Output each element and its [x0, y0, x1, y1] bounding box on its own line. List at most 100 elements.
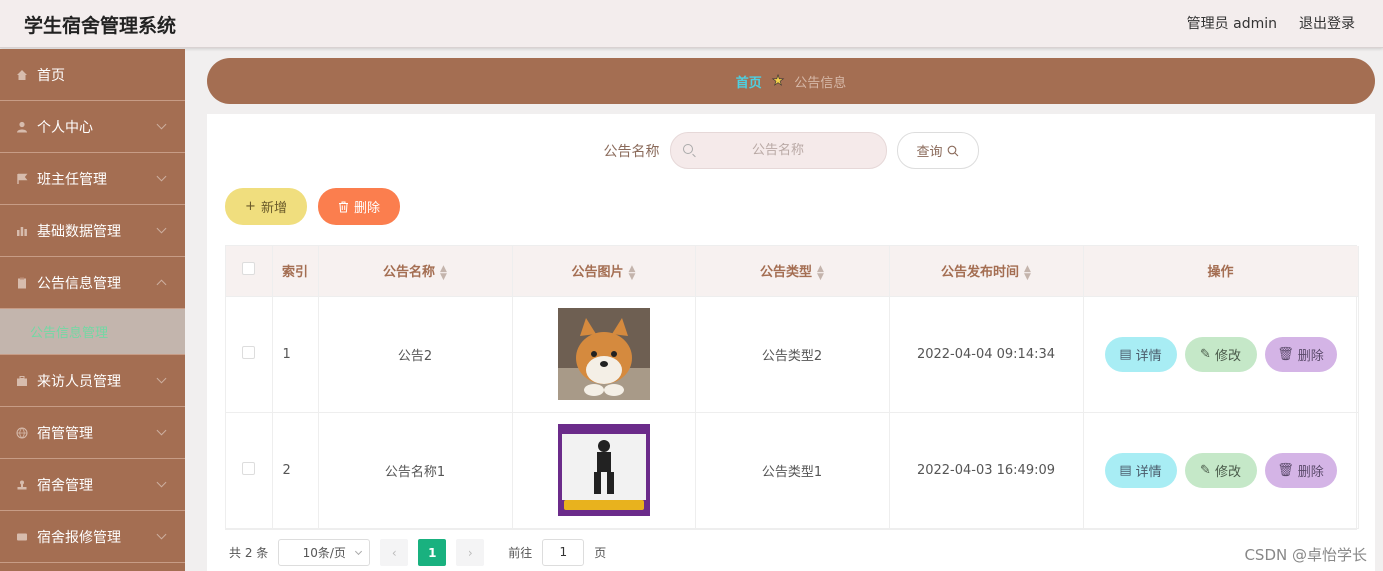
chevron-down-icon: [156, 171, 167, 182]
row-checkbox[interactable]: [242, 461, 256, 475]
goto-page-input[interactable]: 1: [542, 539, 585, 566]
add-button-label: 新增: [260, 201, 287, 216]
page-number-current[interactable]: 1: [418, 539, 447, 566]
sidebar-subitem-label: 公告信息管理: [30, 326, 109, 341]
poster-image: [557, 424, 650, 516]
column-header-image[interactable]: 公告图片 ▲ ▼: [512, 246, 696, 297]
column-header-type[interactable]: 公告类型 ▲ ▼: [695, 246, 890, 297]
chevron-down-icon: [156, 373, 167, 384]
detail-button[interactable]: ▤ 详情: [1104, 452, 1177, 488]
trash-icon: 🗑: [1277, 346, 1294, 362]
breadcrumb-current: 公告信息: [794, 75, 847, 91]
sidebar: 首页 个人中心 班主任管理 基础数据管理 公告信息管理 公告信息管理 来访人员管…: [0, 49, 185, 571]
query-button-label: 查询: [916, 145, 943, 160]
next-page-button[interactable]: ›: [456, 539, 485, 566]
logout-link[interactable]: 退出登录: [1299, 13, 1355, 33]
row-checkbox[interactable]: [242, 345, 256, 359]
top-header: 学生宿舍管理系统 管理员 admin 退出登录: [0, 0, 1383, 48]
row-index: 1: [272, 296, 319, 413]
sidebar-item-label: 个人中心: [37, 119, 93, 136]
chevron-down-icon: [156, 223, 167, 234]
pencil-icon: ✎: [1200, 346, 1211, 362]
sidebar-item-label: 宿舍管理: [37, 477, 93, 494]
row-name: 公告名称1: [318, 412, 513, 529]
goto-prefix: 前往: [508, 546, 533, 560]
sort-icon[interactable]: ▲ ▼: [629, 264, 636, 281]
query-button[interactable]: 查询: [896, 132, 979, 169]
search-label: 公告名称: [603, 143, 660, 160]
table-header-row: 索引 公告名称 ▲ ▼ 公告图片 ▲ ▼ 公告类型 ▲ ▼ 公告发布时间 ▲ ▼ 操作: [226, 246, 1359, 297]
notice-table: 索引 公告名称 ▲ ▼ 公告图片 ▲ ▼ 公告类型 ▲ ▼ 公告发布时间 ▲ ▼ 操作 1 公告…: [225, 245, 1359, 530]
goto-suffix: 页: [594, 546, 607, 560]
row-type: 公告类型1: [695, 412, 890, 529]
row-image-cell: [512, 296, 696, 413]
search-row: 公告名称 查询: [207, 132, 1375, 169]
chevron-up-icon: [156, 279, 167, 290]
chevron-down-icon: [156, 529, 167, 540]
batch-delete-button[interactable]: 删除: [318, 188, 400, 225]
sidebar-item-basedata[interactable]: 基础数据管理: [0, 205, 185, 257]
delete-button[interactable]: 🗑 删除: [1264, 452, 1337, 488]
user-area: 管理员 admin 退出登录: [1187, 13, 1355, 33]
row-image-cell: [512, 412, 696, 529]
sidebar-item-label: 班主任管理: [37, 171, 107, 188]
shiba-dog-photo[interactable]: [557, 308, 650, 400]
row-index: 2: [272, 412, 319, 529]
row-time: 2022-04-03 16:49:09: [889, 412, 1084, 529]
delete-button[interactable]: 🗑 删除: [1264, 336, 1337, 372]
prev-page-button[interactable]: ‹: [380, 539, 409, 566]
sidebar-item-home[interactable]: 首页: [0, 49, 185, 101]
chevron-down-icon: [355, 547, 363, 556]
column-header-index: 索引: [272, 246, 319, 297]
chart-icon: [17, 226, 27, 236]
row-type: 公告类型2: [695, 296, 890, 413]
current-user: 管理员 admin: [1186, 16, 1277, 32]
sort-icon[interactable]: ▲ ▼: [440, 264, 447, 281]
sidebar-item-dorm[interactable]: 宿舍管理: [0, 459, 185, 511]
sidebar-item-label: 首页: [37, 67, 65, 84]
home-icon: [17, 69, 27, 80]
chevron-down-icon: [156, 425, 167, 436]
flag-icon: [17, 173, 28, 184]
star-icon: ★: [771, 73, 785, 90]
sidebar-item-notice[interactable]: 公告信息管理: [0, 257, 185, 309]
edit-button[interactable]: ✎ 修改: [1184, 336, 1257, 372]
detail-button[interactable]: ▤ 详情: [1104, 336, 1177, 372]
document-icon: ▤: [1119, 346, 1132, 362]
column-header-name[interactable]: 公告名称 ▲ ▼: [318, 246, 513, 297]
sidebar-item-dormkeeper[interactable]: 宿管管理: [0, 407, 185, 459]
plus-icon: +: [245, 199, 256, 214]
row-actions-cell: ▤ 详情 ✎ 修改 🗑 删除: [1083, 296, 1359, 413]
app-title: 学生宿舍管理系统: [24, 15, 177, 37]
sidebar-subitem-notice[interactable]: 公告信息管理: [0, 309, 185, 355]
watermark: CSDN @卓怡学长: [1244, 546, 1367, 564]
search-input-wrapper: [669, 132, 887, 169]
search-input[interactable]: [670, 143, 886, 158]
sidebar-item-repair[interactable]: 宿舍报修管理: [0, 511, 185, 563]
sort-icon[interactable]: ▲ ▼: [1024, 264, 1031, 281]
trash-icon: 🗑: [1277, 462, 1294, 478]
row-actions-cell: ▤ 详情 ✎ 修改 🗑 删除: [1083, 412, 1359, 529]
table-row: 1 公告2 公告类型2 2022-04-04 09:14:34 ▤ 详情 ✎ 修…: [226, 296, 1359, 413]
sidebar-item-visitors[interactable]: 来访人员管理: [0, 355, 185, 407]
sidebar-item-headteacher[interactable]: 班主任管理: [0, 153, 185, 205]
column-header-time[interactable]: 公告发布时间 ▲ ▼: [889, 246, 1084, 297]
edit-button[interactable]: ✎ 修改: [1184, 452, 1257, 488]
card-icon: [17, 533, 27, 540]
sidebar-item-profile[interactable]: 个人中心: [0, 101, 185, 153]
chevron-down-icon: [156, 477, 167, 488]
pencil-icon: ✎: [1200, 462, 1211, 478]
sidebar-item-label: 宿管管理: [37, 425, 93, 442]
sort-icon[interactable]: ▲ ▼: [817, 264, 824, 281]
delete-button-label: 删除: [353, 201, 380, 216]
sidebar-item-label: 基础数据管理: [37, 223, 121, 240]
sidebar-item-label: 来访人员管理: [37, 373, 121, 390]
select-all-checkbox[interactable]: [242, 262, 256, 276]
column-header-actions: 操作: [1083, 246, 1359, 297]
row-time: 2022-04-04 09:14:34: [889, 296, 1084, 413]
add-button[interactable]: + 新增: [225, 188, 307, 225]
breadcrumb: 首页 ★ 公告信息: [207, 58, 1375, 104]
fitness-poster[interactable]: [557, 424, 650, 516]
page-size-select[interactable]: 10条/页: [278, 539, 371, 566]
breadcrumb-home[interactable]: 首页: [736, 72, 762, 91]
